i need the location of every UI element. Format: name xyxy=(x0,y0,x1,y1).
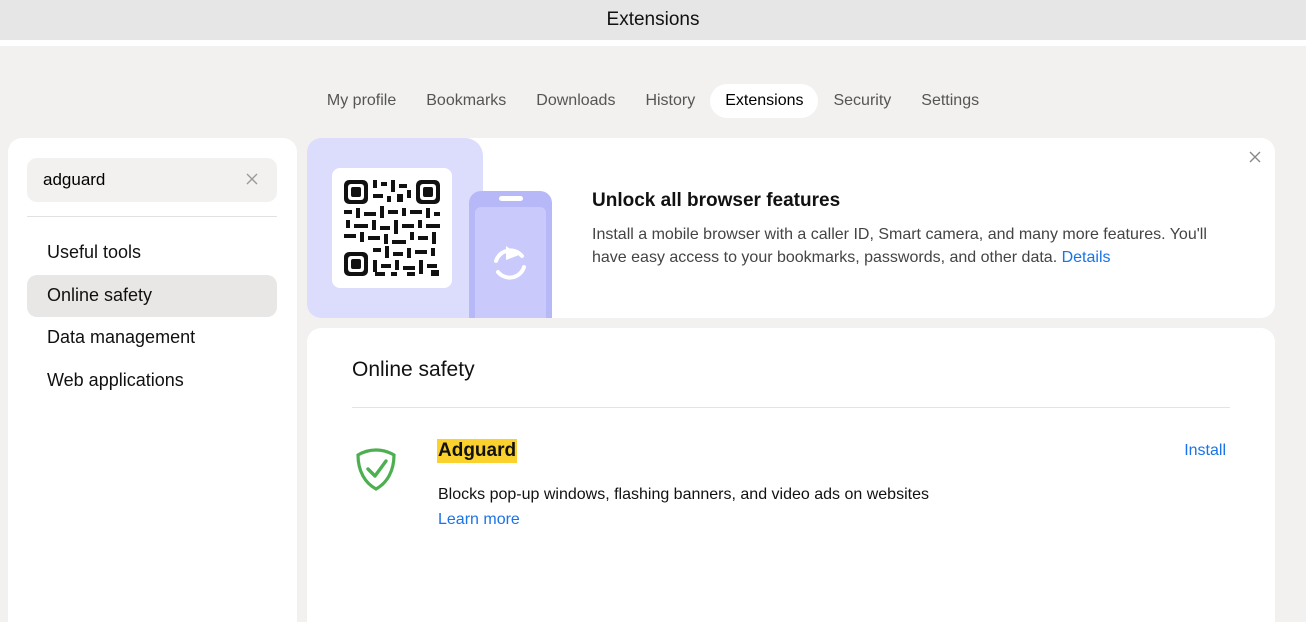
promo-banner: Unlock all browser features Install a mo… xyxy=(307,138,1275,318)
qr-code-phone-illustration xyxy=(307,138,552,318)
banner-details-link[interactable]: Details xyxy=(1062,249,1111,266)
clear-search-icon[interactable] xyxy=(245,172,259,186)
extension-name: Adguard xyxy=(437,439,518,463)
sidebar-divider xyxy=(27,216,277,217)
section-divider xyxy=(352,407,1230,408)
sidebar-item-data-management[interactable]: Data management xyxy=(27,317,277,359)
tab-history[interactable]: History xyxy=(630,84,710,118)
banner-title: Unlock all browser features xyxy=(592,190,841,211)
tab-security[interactable]: Security xyxy=(818,84,906,118)
extension-description: Blocks pop-up windows, flashing banners,… xyxy=(438,486,929,503)
search-box xyxy=(27,158,277,202)
tab-bookmarks[interactable]: Bookmarks xyxy=(411,84,521,118)
tab-my-profile[interactable]: My profile xyxy=(312,84,411,118)
sidebar-item-online-safety[interactable]: Online safety xyxy=(27,275,277,317)
window-title: Extensions xyxy=(0,0,1306,40)
tab-extensions[interactable]: Extensions xyxy=(710,84,819,118)
install-button[interactable]: Install xyxy=(1184,442,1226,460)
tab-settings[interactable]: Settings xyxy=(906,84,994,118)
section-title: Online safety xyxy=(352,358,475,381)
banner-description-text: Install a mobile browser with a caller I… xyxy=(592,226,1207,266)
top-navigation: My profile Bookmarks Downloads History E… xyxy=(0,84,1306,118)
close-icon[interactable] xyxy=(1249,151,1261,163)
titlebar-divider xyxy=(0,40,1306,46)
extensions-panel: Online safety Adguard Install Blocks pop… xyxy=(307,328,1275,622)
banner-description: Install a mobile browser with a caller I… xyxy=(592,223,1232,269)
shield-check-icon xyxy=(356,448,396,491)
tab-downloads[interactable]: Downloads xyxy=(521,84,630,118)
sidebar: Useful tools Online safety Data manageme… xyxy=(8,138,297,622)
search-input[interactable] xyxy=(43,170,233,190)
sidebar-item-useful-tools[interactable]: Useful tools xyxy=(27,232,277,274)
sidebar-item-web-applications[interactable]: Web applications xyxy=(27,360,277,402)
learn-more-link[interactable]: Learn more xyxy=(438,511,520,529)
